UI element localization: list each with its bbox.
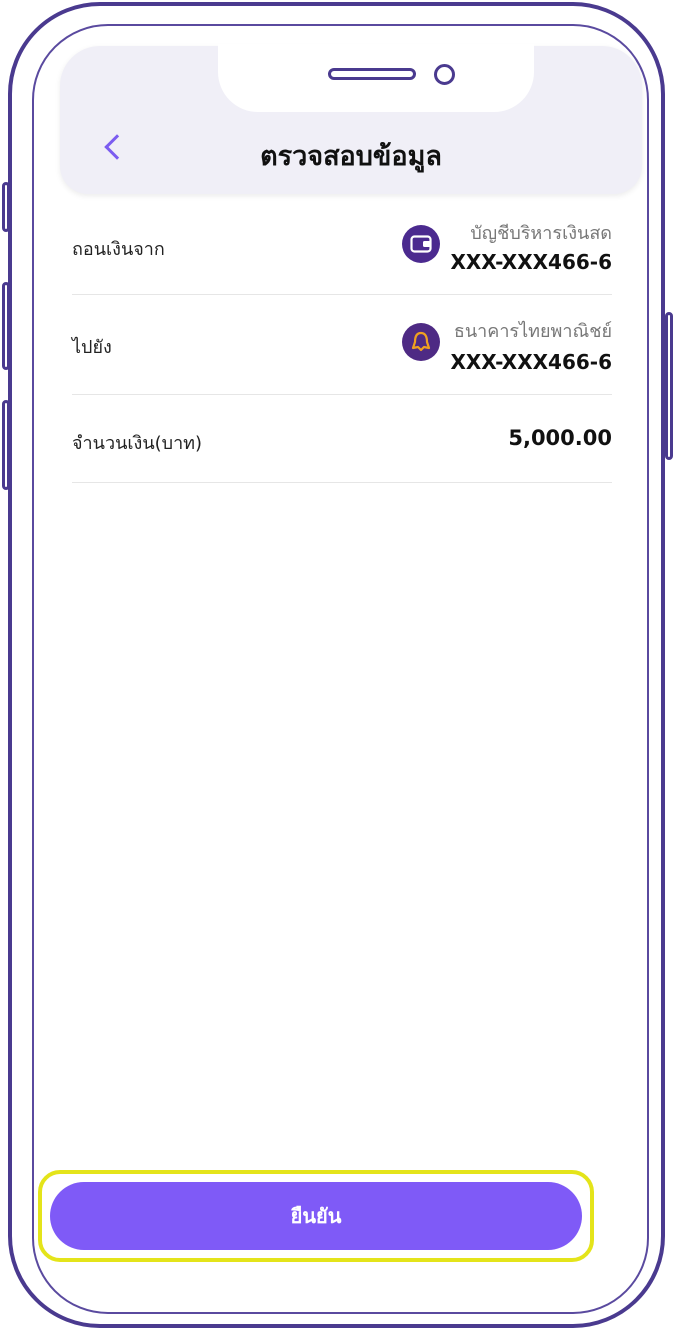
to-bank-name: ธนาคารไทยพาณิชย์ [453, 321, 612, 342]
camera [434, 64, 455, 85]
side-button-right [665, 312, 673, 460]
from-row: ถอนเงินจาก บัญชีบริหารเงินสด XXX-XXX466-… [72, 200, 612, 295]
to-label: ไปยัง [72, 337, 112, 358]
scb-bank-icon [402, 323, 440, 361]
confirm-highlight: ยืนยัน [38, 1170, 594, 1262]
wallet-icon [402, 225, 440, 263]
amount-label: จำนวนเงิน(บาท) [72, 433, 203, 454]
to-row: ไปยัง ธนาคารไทยพาณิชย์ XXX-XXX466-6 [72, 294, 612, 395]
to-account-number: XXX-XXX466-6 [450, 350, 612, 374]
from-account-name: บัญชีบริหารเงินสด [470, 223, 612, 244]
header-bar: ตรวจสอบข้อมูล [60, 44, 642, 194]
from-account-number: XXX-XXX466-6 [450, 250, 612, 274]
screen: ตรวจสอบข้อมูล ถอนเงินจาก บัญชีบริหารเงิน… [32, 24, 649, 1314]
from-label: ถอนเงินจาก [72, 239, 165, 260]
page-title: ตรวจสอบข้อมูล [260, 141, 442, 172]
notch [218, 44, 534, 112]
phone-frame: ตรวจสอบข้อมูล ถอนเงินจาก บัญชีบริหารเงิน… [8, 2, 665, 1328]
confirm-button[interactable]: ยืนยัน [50, 1182, 582, 1250]
amount-row: จำนวนเงิน(บาท) 5,000.00 [72, 394, 612, 483]
amount-value: 5,000.00 [508, 426, 612, 450]
speaker [328, 68, 416, 80]
